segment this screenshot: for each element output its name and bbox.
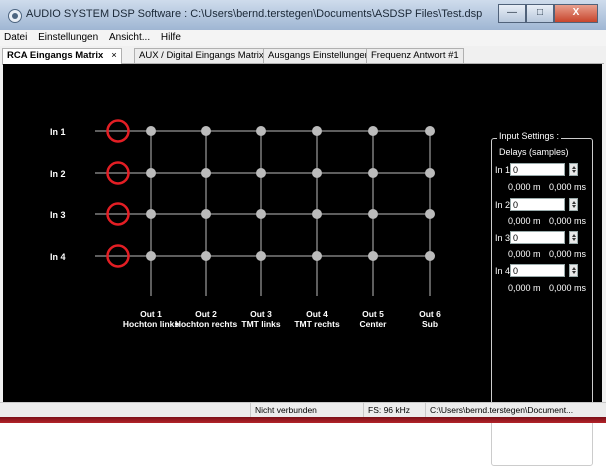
delay-ms: 0,000 ms <box>549 283 587 293</box>
matrix-node-in2-out6[interactable] <box>425 168 435 178</box>
matrix-node-in3-out2[interactable] <box>201 209 211 219</box>
input-label-1: In 1 <box>50 127 66 137</box>
delay-channel-label: In 4 <box>495 266 511 276</box>
delay-meters: 0,000 m <box>508 216 541 226</box>
matrix-node-in4-out2[interactable] <box>201 251 211 261</box>
menu-bar: Datei Einstellungen Ansicht... Hilfe <box>0 30 606 46</box>
menu-hilfe[interactable]: Hilfe <box>157 30 185 43</box>
status-bar: Nicht verbunden FS: 96 kHz C:\Users\bern… <box>0 402 606 418</box>
matrix-node-in4-out3[interactable] <box>256 251 266 261</box>
matrix-node-in2-out5[interactable] <box>368 168 378 178</box>
delay-input-in3[interactable]: 0 <box>510 231 565 244</box>
speaker-app-icon <box>8 9 22 23</box>
tab-label: RCA Eingangs Matrix <box>7 50 104 61</box>
menu-datei[interactable]: Datei <box>0 30 31 43</box>
matrix-node-in1-out1[interactable] <box>146 126 156 136</box>
matrix-node-in1-out3[interactable] <box>256 126 266 136</box>
menu-ansicht[interactable]: Ansicht... <box>105 30 154 43</box>
matrix-node-in3-out3[interactable] <box>256 209 266 219</box>
input-label-4: In 4 <box>50 252 66 262</box>
output-label-6: Out 6 <box>419 309 441 319</box>
output-name-2: Hochton rechts <box>175 319 238 329</box>
matrix-node-in2-out4[interactable] <box>312 168 322 178</box>
delay-ms: 0,000 ms <box>549 216 587 226</box>
delays-label: Delays (samples) <box>499 147 569 157</box>
output-label-3: Out 3 <box>250 309 272 319</box>
output-label-2: Out 2 <box>195 309 217 319</box>
delay-spinner-in4[interactable] <box>569 264 578 277</box>
tab-label: Frequenz Antwort #1 <box>371 50 459 61</box>
output-name-1: Hochton links <box>123 319 179 329</box>
matrix-node-in3-out5[interactable] <box>368 209 378 219</box>
output-label-1: Out 1 <box>140 309 162 319</box>
minimize-button[interactable]: — <box>498 4 526 23</box>
matrix-node-in3-out1[interactable] <box>146 209 156 219</box>
window-controls: — □ X <box>498 4 598 23</box>
delay-ms: 0,000 ms <box>549 182 587 192</box>
input-label-2: In 2 <box>50 169 66 179</box>
delay-channel-label: In 2 <box>495 200 511 210</box>
delay-meters: 0,000 m <box>508 249 541 259</box>
delay-channel-label: In 3 <box>495 233 511 243</box>
tab-strip: RCA Eingangs Matrix × AUX / Digital Einga… <box>2 48 604 65</box>
tab-rca-eingangs-matrix[interactable]: RCA Eingangs Matrix × <box>2 48 122 65</box>
output-name-3: TMT links <box>241 319 280 329</box>
matrix-node-in3-out6[interactable] <box>425 209 435 219</box>
window-bottom-edge <box>0 417 606 423</box>
output-name-6: Sub <box>422 319 438 329</box>
matrix-node-in1-out6[interactable] <box>425 126 435 136</box>
matrix-node-in4-out5[interactable] <box>368 251 378 261</box>
delay-spinner-in3[interactable] <box>569 231 578 244</box>
delay-input-in4[interactable]: 0 <box>510 264 565 277</box>
matrix-node-in4-out1[interactable] <box>146 251 156 261</box>
matrix-node-in1-out2[interactable] <box>201 126 211 136</box>
matrix-node-in3-out4[interactable] <box>312 209 322 219</box>
close-button[interactable]: X <box>554 4 598 23</box>
matrix-content-area: In 1 In 2 In 3 In 4 Out 1 Hochton links Out 2H… <box>3 64 602 466</box>
matrix-node-in2-out3[interactable] <box>256 168 266 178</box>
delay-spinner-in2[interactable] <box>569 198 578 211</box>
output-label-4: Out 4 <box>306 309 328 319</box>
delay-input-in1[interactable]: 0 <box>510 163 565 176</box>
input-label-3: In 3 <box>50 210 66 220</box>
matrix-node-in2-out1[interactable] <box>146 168 156 178</box>
delay-spinner-in1[interactable] <box>569 163 578 176</box>
matrix-node-in1-out5[interactable] <box>368 126 378 136</box>
app-window: AUDIO SYSTEM DSP Software : C:\Users\ber… <box>0 0 606 466</box>
matrix-node-in2-out2[interactable] <box>201 168 211 178</box>
file-path: C:\Users\bernd.terstegen\Document... <box>425 403 602 418</box>
input-settings-title: Input Settings : <box>497 131 562 141</box>
output-label-5: Out 5 <box>362 309 384 319</box>
tab-label: Ausgangs Einstellungen <box>268 50 370 61</box>
delay-meters: 0,000 m <box>508 182 541 192</box>
output-name-5: Center <box>360 319 388 329</box>
output-name-4: TMT rechts <box>294 319 340 329</box>
tab-frequenz-antwort-1[interactable]: Frequenz Antwort #1 <box>366 48 464 63</box>
delay-ms: 0,000 ms <box>549 249 587 259</box>
matrix-node-in4-out6[interactable] <box>425 251 435 261</box>
matrix-node-in1-out4[interactable] <box>312 126 322 136</box>
menu-einstellungen[interactable]: Einstellungen <box>34 30 102 43</box>
tab-close-icon[interactable]: × <box>111 50 117 61</box>
title-bar: AUDIO SYSTEM DSP Software : C:\Users\ber… <box>0 0 606 31</box>
window-title: AUDIO SYSTEM DSP Software : C:\Users\ber… <box>26 8 483 20</box>
delay-input-in2[interactable]: 0 <box>510 198 565 211</box>
connection-status: Nicht verbunden <box>250 403 355 418</box>
matrix-node-in4-out4[interactable] <box>312 251 322 261</box>
tab-ausgangs-einstellungen[interactable]: Ausgangs Einstellungen <box>263 48 375 63</box>
maximize-button[interactable]: □ <box>526 4 554 23</box>
delay-meters: 0,000 m <box>508 283 541 293</box>
sample-rate: FS: 96 kHz <box>363 403 425 418</box>
delay-channel-label: In 1 <box>495 165 511 175</box>
tab-aux-digital-eingangs-matrix[interactable]: AUX / Digital Eingangs Matrix <box>134 48 269 63</box>
tab-label: AUX / Digital Eingangs Matrix <box>139 50 264 61</box>
